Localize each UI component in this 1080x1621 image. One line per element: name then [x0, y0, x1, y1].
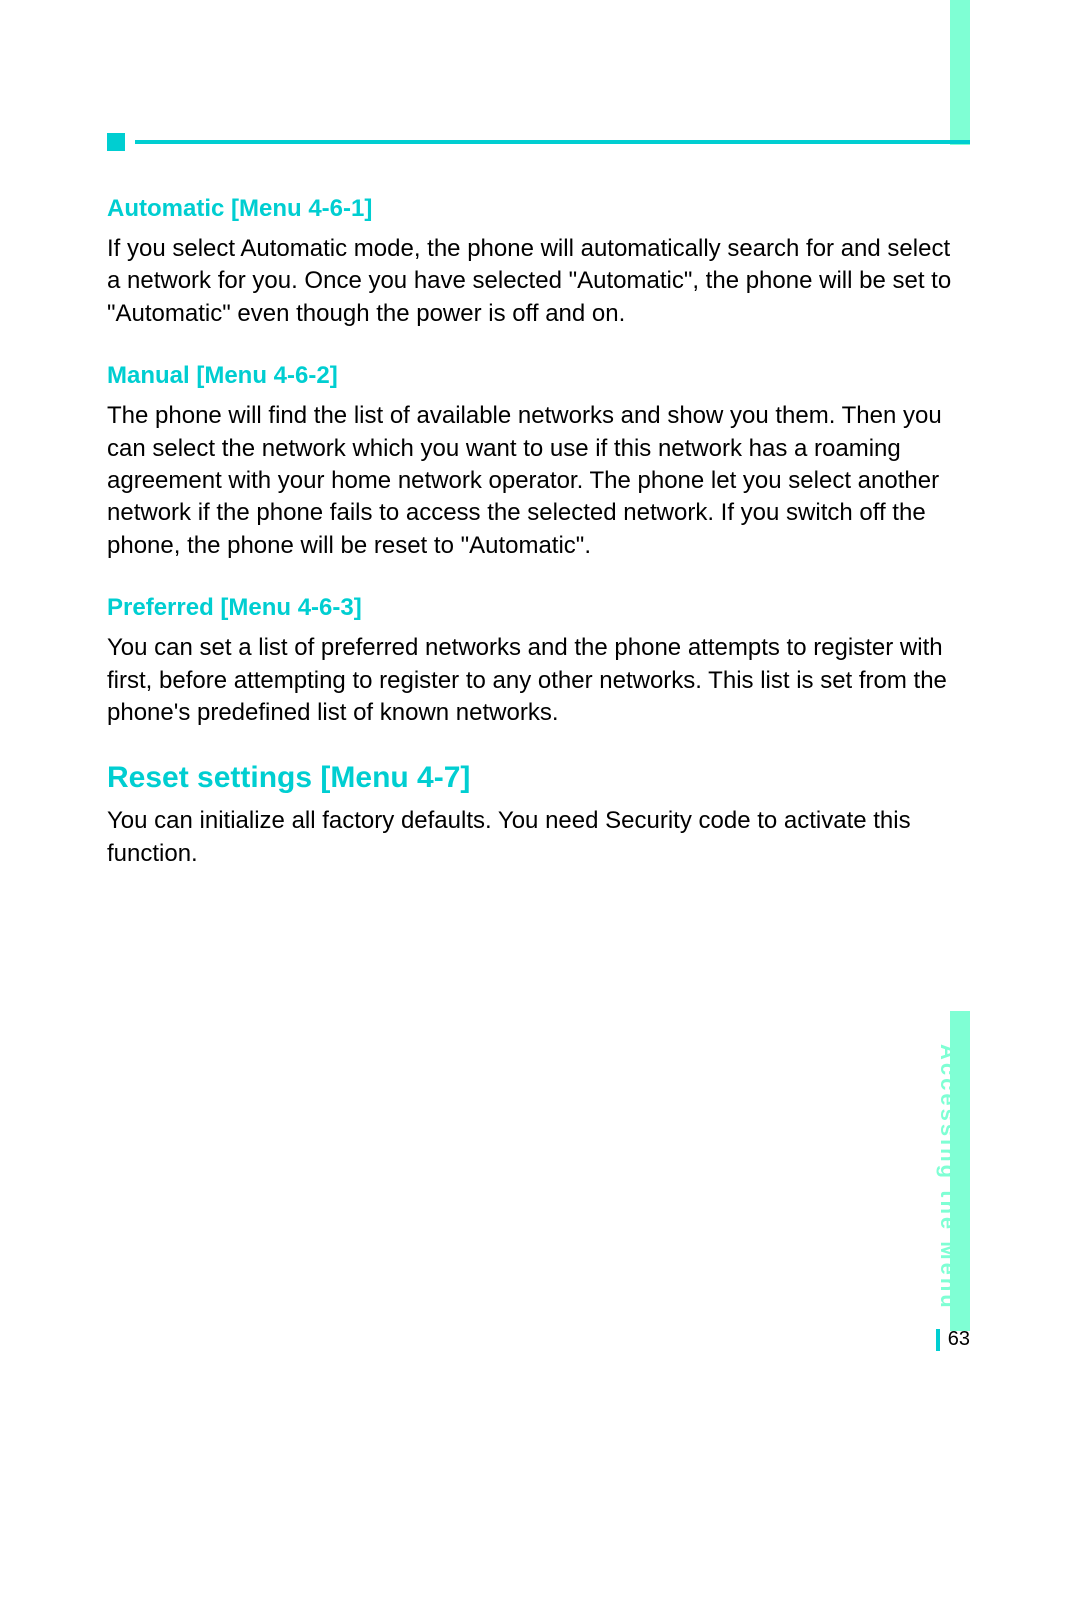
- body-manual: The phone will find the list of availabl…: [107, 400, 970, 562]
- top-rule: [107, 138, 970, 146]
- body-automatic: If you select Automatic mode, the phone …: [107, 233, 970, 330]
- page-number-divider: [936, 1329, 940, 1351]
- heading-automatic: Automatic [Menu 4-6-1]: [107, 195, 970, 223]
- heading-reset: Reset settings [Menu 4-7]: [107, 761, 970, 795]
- page-number-container: 63: [936, 1328, 970, 1351]
- section-preferred: Preferred [Menu 4-6-3] You can set a lis…: [107, 594, 970, 729]
- section-reset: Reset settings [Menu 4-7] You can initia…: [107, 761, 970, 870]
- heading-preferred: Preferred [Menu 4-6-3]: [107, 594, 970, 622]
- section-automatic: Automatic [Menu 4-6-1] If you select Aut…: [107, 195, 970, 330]
- body-preferred: You can set a list of preferred networks…: [107, 632, 970, 729]
- bottom-tab-decoration: [950, 1011, 970, 1331]
- page-container: Automatic [Menu 4-6-1] If you select Aut…: [0, 0, 1080, 1621]
- page-number: 63: [948, 1328, 970, 1351]
- heading-manual: Manual [Menu 4-6-2]: [107, 362, 970, 390]
- section-manual: Manual [Menu 4-6-2] The phone will find …: [107, 362, 970, 562]
- content-area: Automatic [Menu 4-6-1] If you select Aut…: [107, 195, 970, 902]
- body-reset: You can initialize all factory defaults.…: [107, 805, 970, 870]
- top-tab-decoration: [950, 0, 970, 145]
- rule-square-icon: [107, 133, 125, 151]
- rule-line: [135, 140, 970, 144]
